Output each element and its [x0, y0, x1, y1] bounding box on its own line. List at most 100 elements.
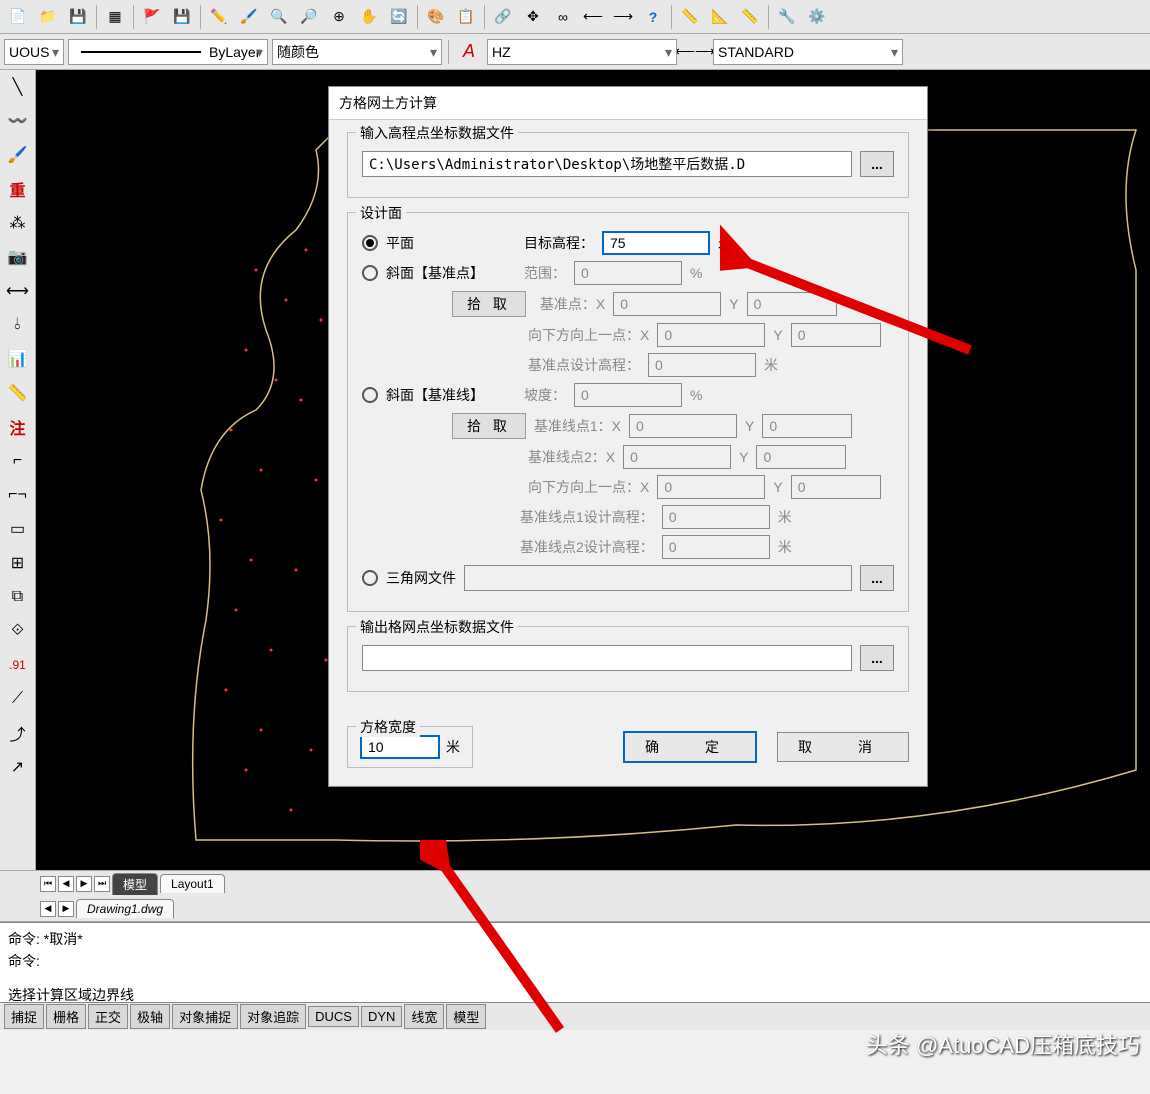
ducs-toggle[interactable]: DUCS — [308, 1006, 359, 1027]
tab-next-icon[interactable]: ▶ — [76, 876, 92, 892]
sheet-icon[interactable]: 📋 — [452, 3, 480, 31]
arc-icon[interactable]: ⤴ — [3, 718, 33, 748]
brush-icon[interactable]: 🖌️ — [235, 3, 263, 31]
polar-toggle[interactable]: 极轴 — [130, 1004, 170, 1029]
text-style-icon[interactable]: A — [455, 38, 483, 66]
snap-toggle[interactable]: 捕捉 — [4, 1004, 44, 1029]
inf-icon[interactable]: ∞ — [549, 3, 577, 31]
tool-icon[interactable]: 📄 — [4, 3, 32, 31]
offset-icon[interactable]: ⫰ — [3, 310, 33, 340]
grid-toggle[interactable]: 栅格 — [46, 1004, 86, 1029]
tri-file-radio[interactable] — [362, 570, 378, 586]
file-next-icon[interactable]: ▶ — [58, 901, 74, 917]
design-surface-group: 设计面 平面 目标高程： 米 斜面【基准点】 范围： % 拾 取 基准点：X — [347, 212, 909, 612]
tool-icon[interactable]: 🔧 — [773, 3, 801, 31]
ok-button[interactable]: 确 定 — [623, 731, 757, 763]
mirror-icon[interactable]: ⟐ — [3, 616, 33, 646]
textstyle1-combo[interactable]: HZ — [487, 39, 677, 65]
ruler-icon[interactable]: 📐 — [706, 3, 734, 31]
color-combo[interactable]: 随颜色 — [272, 39, 442, 65]
palette-icon[interactable]: 🎨 — [422, 3, 450, 31]
zhu-icon[interactable]: 注 — [3, 412, 33, 442]
tri-browse-button[interactable]: ... — [860, 565, 894, 591]
output-file-group: 输出格网点坐标数据文件 ... — [347, 626, 909, 692]
camera-icon[interactable]: 📷 — [3, 242, 33, 272]
flag-icon[interactable]: 🚩 — [138, 3, 166, 31]
pick-point-button[interactable]: 拾 取 — [452, 291, 526, 317]
zoom-out-icon[interactable]: 🔎 — [295, 3, 323, 31]
tool-icon[interactable]: ⚙️ — [803, 3, 831, 31]
tool-icon[interactable]: 💾 — [64, 3, 92, 31]
osnap-toggle[interactable]: 对象捕捉 — [172, 1004, 238, 1029]
grade-label: 坡度： — [524, 385, 566, 405]
chart-icon[interactable]: 📊 — [3, 344, 33, 374]
linetype-combo[interactable]: ByLayer — [68, 39, 268, 65]
textstyle2-combo[interactable]: STANDARD — [713, 39, 903, 65]
otrack-toggle[interactable]: 对象追踪 — [240, 1004, 306, 1029]
ruler-icon[interactable]: 📏 — [676, 3, 704, 31]
diag-icon[interactable]: ⟋ — [3, 684, 33, 714]
dim-icon[interactable]: ⟷ — [3, 276, 33, 306]
ortho-toggle[interactable]: 正交 — [88, 1004, 128, 1029]
layer-state-combo[interactable]: UOUS — [4, 39, 64, 65]
pencil-icon[interactable]: ✏️ — [205, 3, 233, 31]
status-bar: 捕捉 栅格 正交 极轴 对象捕捉 对象追踪 DUCS DYN 线宽 模型 — [0, 1002, 1150, 1030]
model-toggle[interactable]: 模型 — [446, 1004, 486, 1029]
line-icon[interactable]: ╲ — [3, 72, 33, 102]
plane-radio[interactable] — [362, 235, 378, 251]
lweight-toggle[interactable]: 线宽 — [404, 1004, 444, 1029]
slope-point-radio[interactable] — [362, 265, 378, 281]
target-elev-field[interactable] — [602, 231, 710, 255]
file-tab[interactable]: Drawing1.dwg — [76, 899, 174, 918]
basept-x-label: 基准点：X — [540, 294, 605, 314]
pick-line-button[interactable]: 拾 取 — [452, 413, 526, 439]
arrow-icon[interactable]: ↗ — [3, 752, 33, 782]
cancel-button[interactable]: 取 消 — [777, 732, 909, 762]
tab-model[interactable]: 模型 — [112, 873, 158, 895]
pan-icon[interactable]: ✋ — [355, 3, 383, 31]
downup2-x-field — [657, 475, 765, 499]
y-label: Y — [745, 418, 754, 434]
output-file-field[interactable] — [362, 645, 852, 671]
chong-icon[interactable]: 重 — [3, 174, 33, 204]
corner-icon[interactable]: ⌐ — [3, 446, 33, 476]
line2-x-label: 基准线点2：X — [528, 447, 615, 467]
tab-first-icon[interactable]: ⏮ — [40, 876, 56, 892]
link-icon[interactable]: 🔗 — [489, 3, 517, 31]
help-icon[interactable]: ? — [639, 3, 667, 31]
num-icon[interactable]: .91 — [3, 650, 33, 680]
array-icon[interactable]: ⁂ — [3, 208, 33, 238]
browse-button[interactable]: ... — [860, 151, 894, 177]
dim-icon[interactable]: ⟵ — [579, 3, 607, 31]
grid-width-field[interactable] — [360, 735, 440, 759]
output-browse-button[interactable]: ... — [860, 645, 894, 671]
y-label: Y — [739, 449, 748, 465]
table-icon[interactable]: ⊞ — [3, 548, 33, 578]
tab-prev-icon[interactable]: ◀ — [58, 876, 74, 892]
polyline-icon[interactable]: 〰️ — [3, 106, 33, 136]
move-icon[interactable]: ✥ — [519, 3, 547, 31]
zoom-in-icon[interactable]: 🔍 — [265, 3, 293, 31]
ruler-icon[interactable]: 📏 — [3, 378, 33, 408]
refresh-icon[interactable]: 🔄 — [385, 3, 413, 31]
input-file-field[interactable] — [362, 151, 852, 177]
tool-icon[interactable]: 📁 — [34, 3, 62, 31]
base-elev-label: 基准点设计高程： — [528, 355, 640, 375]
slope-line-radio[interactable] — [362, 387, 378, 403]
grid-icon[interactable]: ▦ — [101, 3, 129, 31]
scale-icon[interactable]: ⧉ — [3, 582, 33, 612]
layout-tabs: ⏮ ◀ ▶ ⏭ 模型 Layout1 — [0, 870, 1150, 896]
tab-layout1[interactable]: Layout1 — [160, 874, 225, 893]
dim-icon[interactable]: ⟶ — [609, 3, 637, 31]
dim-style-icon[interactable]: ⟵⟶ — [681, 38, 709, 66]
command-line[interactable]: 命令: *取消* 命令: 选择计算区域边界线 — [0, 922, 1150, 1002]
step-icon[interactable]: ⌐¬ — [3, 480, 33, 510]
ruler-icon[interactable]: 📏 — [736, 3, 764, 31]
save-icon[interactable]: 💾 — [168, 3, 196, 31]
brush-icon[interactable]: 🖌️ — [3, 140, 33, 170]
rect-icon[interactable]: ▭ — [3, 514, 33, 544]
zoom-icon[interactable]: ⊕ — [325, 3, 353, 31]
file-prev-icon[interactable]: ◀ — [40, 901, 56, 917]
dyn-toggle[interactable]: DYN — [361, 1006, 402, 1027]
tab-last-icon[interactable]: ⏭ — [94, 876, 110, 892]
